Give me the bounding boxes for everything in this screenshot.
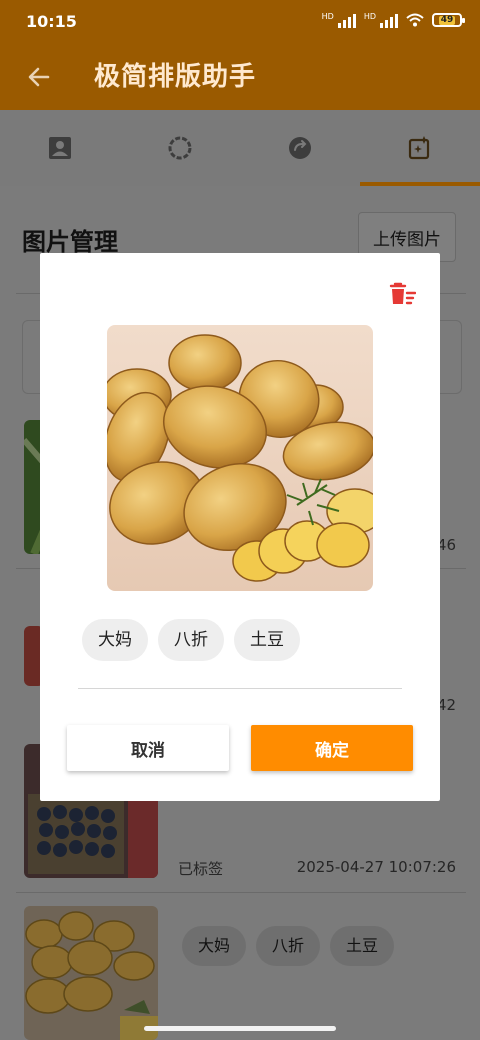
tab-progress[interactable] — [120, 110, 240, 186]
dialog-divider — [78, 688, 402, 689]
app-bar: 极简排版助手 — [0, 44, 480, 110]
confirm-button[interactable]: 确定 — [251, 725, 413, 771]
battery-level: 49 — [438, 14, 456, 25]
tab-image-edit[interactable] — [360, 110, 480, 186]
signal-icon: HD — [322, 12, 356, 28]
redo-circle-icon — [289, 137, 311, 159]
home-indicator[interactable] — [144, 1026, 336, 1031]
tab-bar — [0, 110, 480, 186]
contact-card-icon — [49, 137, 71, 159]
arrow-left-icon[interactable] — [26, 64, 52, 90]
battery-icon: 49 — [432, 13, 465, 27]
status-time: 10:15 — [26, 12, 77, 31]
tab-redo[interactable] — [240, 110, 360, 186]
wifi-icon — [406, 13, 424, 27]
image-tag-dialog: 大妈 八折 土豆 取消 确定 — [40, 253, 440, 801]
tag-chip[interactable]: 土豆 — [234, 619, 300, 661]
signal-icon: HD — [364, 12, 398, 28]
loading-circle-icon — [168, 136, 192, 160]
cancel-button[interactable]: 取消 — [67, 725, 229, 771]
item-time: 2025-04-27 10:07:26 — [296, 858, 456, 876]
status-bar: 10:15 HD HD 49 — [0, 0, 480, 44]
divider — [16, 892, 466, 893]
tag-chip[interactable]: 大妈 — [82, 619, 148, 661]
dialog-tags: 大妈 八折 土豆 — [82, 619, 300, 661]
item-status: 已标签 — [178, 860, 224, 878]
tag-chip[interactable]: 八折 — [256, 926, 321, 966]
section-title: 图片管理 — [22, 228, 118, 256]
status-icons: HD HD 49 — [322, 12, 465, 28]
image-edit-icon — [408, 136, 430, 160]
dialog-image — [107, 325, 373, 591]
tag-chip[interactable]: 土豆 — [330, 926, 395, 966]
tag-chip[interactable]: 八折 — [158, 619, 224, 661]
delete-sweep-icon[interactable] — [388, 281, 416, 307]
tag-chip[interactable]: 大妈 — [182, 926, 247, 966]
item-tags: 大妈 八折 土豆 — [182, 926, 395, 966]
app-title: 极简排版助手 — [94, 62, 257, 92]
item-thumbnail — [24, 906, 158, 1040]
tab-contact[interactable] — [0, 110, 120, 186]
